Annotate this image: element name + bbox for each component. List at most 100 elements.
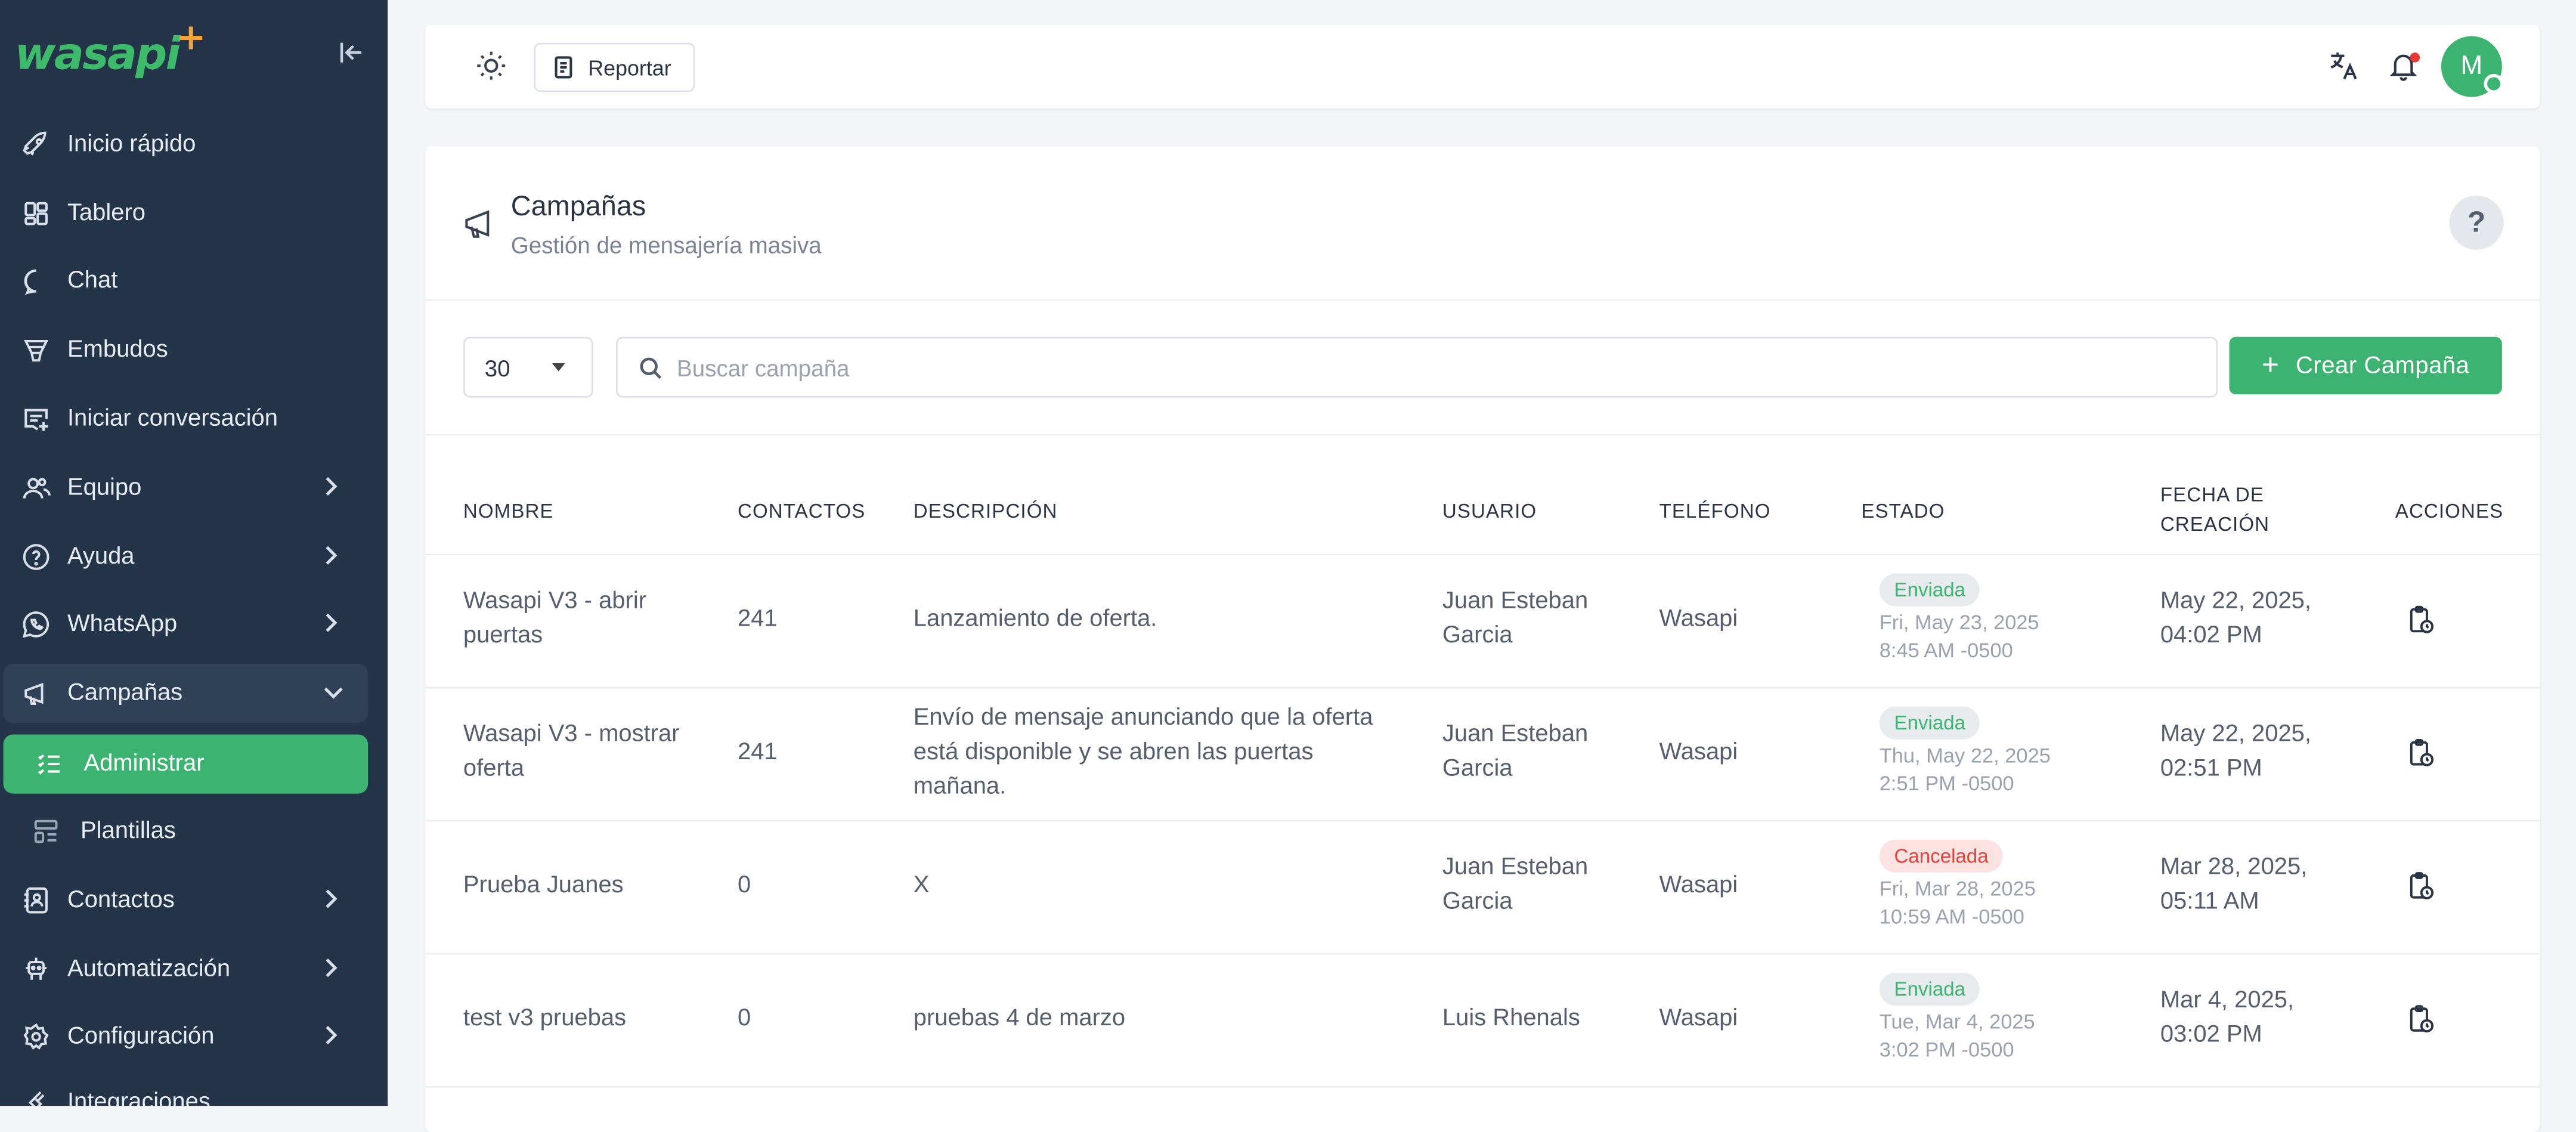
table-row[interactable]: Wasapi V3 - mostrar oferta 241 Envío de … [425,688,2540,822]
status-date: Thu, May 22, 2025 [1879,744,2051,768]
new-message-icon [20,403,52,435]
cell-contactos: 241 [737,606,778,633]
report-button[interactable]: Reportar [534,42,695,92]
cell-telefono: Wasapi [1659,1006,1738,1032]
topbar: Reportar M [425,24,2540,109]
search-icon [640,357,662,379]
table-row[interactable]: test v3 pruebas 0 pruebas 4 de marzo Lui… [425,955,2540,1088]
sidebar-item-inicio-rapido[interactable]: Inicio rápido [0,115,388,174]
theme-toggle-sun-icon[interactable] [475,50,507,91]
search-input[interactable] [673,338,2192,396]
column-header-descripcion[interactable]: DESCRIPCIÓN [914,496,1058,526]
clipboard-action-icon[interactable] [2405,871,2436,910]
report-button-label: Reportar [588,55,671,80]
wasapi-logo[interactable]: wasapi+ [15,18,208,81]
clipboard-action-icon[interactable] [2405,605,2436,644]
cell-estado: Cancelada Fri, Mar 28, 2025 10:59 AM -05… [1879,839,2036,932]
status-date: Fri, May 23, 2025 [1879,611,2039,635]
robot-icon [20,953,52,986]
status-badge: Enviada [1879,573,1980,607]
sidebar-item-chat[interactable]: Chat [0,252,388,311]
sidebar-item-contactos[interactable]: Contactos [0,871,388,930]
sidebar-item-label: Plantillas [80,818,176,845]
column-header-estado[interactable]: ESTADO [1861,496,1945,526]
cell-telefono: Wasapi [1659,872,1738,899]
sidebar-item-iniciar-conversacion[interactable]: Iniciar conversación [0,389,388,449]
sidebar-item-campanas[interactable]: Campañas [3,664,369,723]
cell-fecha-creacion: Mar 4, 2025, 03:02 PM [2160,987,2295,1049]
caret-down-icon [552,363,565,372]
sidebar-item-label: Automatización [67,956,231,983]
sidebar-item-label: Configuración [67,1023,215,1050]
page-size-select[interactable]: 30 [463,336,593,398]
sidebar-item-label: Chat [67,268,118,295]
sidebar-item-label: Integraciones [67,1089,210,1106]
sidebar-item-label: Embudos [67,336,168,363]
create-campaign-label: Crear Campaña [2296,352,2470,379]
sidebar-item-whatsapp[interactable]: WhatsApp [0,595,388,654]
column-header-acciones: ACCIONES [2395,499,2504,523]
collapse-sidebar-icon[interactable] [339,39,365,72]
status-time: 2:51 PM -0500 [1879,772,2014,796]
list-check-icon [33,748,66,781]
chevron-right-icon [318,956,342,986]
cell-usuario: Juan Esteban Garcia [1442,588,1589,649]
plug-icon [20,1086,52,1106]
page-size-value: 30 [484,354,510,381]
cell-descripcion: Lanzamiento de oferta. [913,606,1157,633]
sidebar-item-label: Contactos [67,887,175,914]
sidebar-item-integraciones[interactable]: Integraciones [0,1073,388,1106]
sidebar-item-embudos[interactable]: Embudos [0,320,388,379]
dashboard-icon [20,197,52,230]
column-header-usuario[interactable]: USUARIO [1442,496,1537,526]
card-header: Campañas Gestión de mensajería masiva ? [425,146,2540,301]
status-time: 10:59 AM -0500 [1879,905,2024,929]
whatsapp-icon [20,608,52,641]
table-row[interactable]: Wasapi V3 - abrir puertas 241 Lanzamient… [425,555,2540,689]
chevron-down-icon [322,681,345,710]
clipboard-action-icon[interactable] [2405,738,2436,777]
cell-usuario: Juan Esteban Garcia [1442,854,1589,916]
sidebar-item-administrar[interactable]: Administrar [3,734,369,794]
logo-row: wasapi+ [0,0,388,109]
cell-descripcion: Envío de mensaje anunciando que la ofert… [913,704,1373,800]
status-date: Fri, Mar 28, 2025 [1879,877,2036,901]
chevron-right-icon [318,887,342,917]
sidebar-item-label: Ayuda [67,543,135,570]
funnel-icon [20,333,52,366]
column-header-contactos[interactable]: CONTACTOS [738,496,865,526]
column-header-telefono[interactable]: TELÉFONO [1659,496,1771,526]
table-row[interactable]: Prueba Juanes 0 X Juan Esteban Garcia Wa… [425,822,2540,955]
avatar[interactable]: M [2441,36,2504,97]
column-header-fecha-creacion[interactable]: FECHA DE CREACIÓN [2160,480,2292,539]
cell-contactos: 0 [737,1006,751,1032]
sidebar-item-equipo[interactable]: Equipo [0,459,388,518]
cell-nombre: Prueba Juanes [463,872,624,899]
notification-bell-icon[interactable] [2387,50,2420,91]
sidebar-item-automatizacion[interactable]: Automatización [0,940,388,999]
column-header-nombre[interactable]: NOMBRE [463,496,554,526]
team-icon [20,472,52,505]
contacts-icon [20,884,52,917]
chevron-right-icon [318,475,342,505]
sidebar-item-label: WhatsApp [67,611,178,638]
sidebar-item-configuracion[interactable]: Configuración [0,1007,388,1066]
help-button[interactable]: ? [2449,195,2504,250]
logo-plus: + [175,18,206,60]
sidebar-item-tablero[interactable]: Tablero [0,184,388,243]
translate-icon[interactable] [2328,50,2361,91]
cell-nombre: Wasapi V3 - mostrar oferta [463,721,680,782]
sidebar-item-label: Equipo [67,475,142,502]
sidebar-item-label: Administrar [83,751,205,778]
create-campaign-button[interactable]: + Crear Campaña [2229,336,2502,395]
status-date: Tue, Mar 4, 2025 [1879,1010,2035,1034]
cell-usuario: Juan Esteban Garcia [1442,721,1589,782]
chevron-right-icon [318,1023,342,1053]
sidebar-item-label: Tablero [67,200,145,227]
sidebar-item-plantillas[interactable]: Plantillas [0,802,388,861]
sidebar-item-ayuda[interactable]: Ayuda [0,527,388,586]
clipboard-action-icon[interactable] [2405,1004,2436,1043]
cell-estado: Enviada Thu, May 22, 2025 2:51 PM -0500 [1879,706,2051,799]
search-box [616,336,2218,398]
help-circle-icon [20,540,52,573]
